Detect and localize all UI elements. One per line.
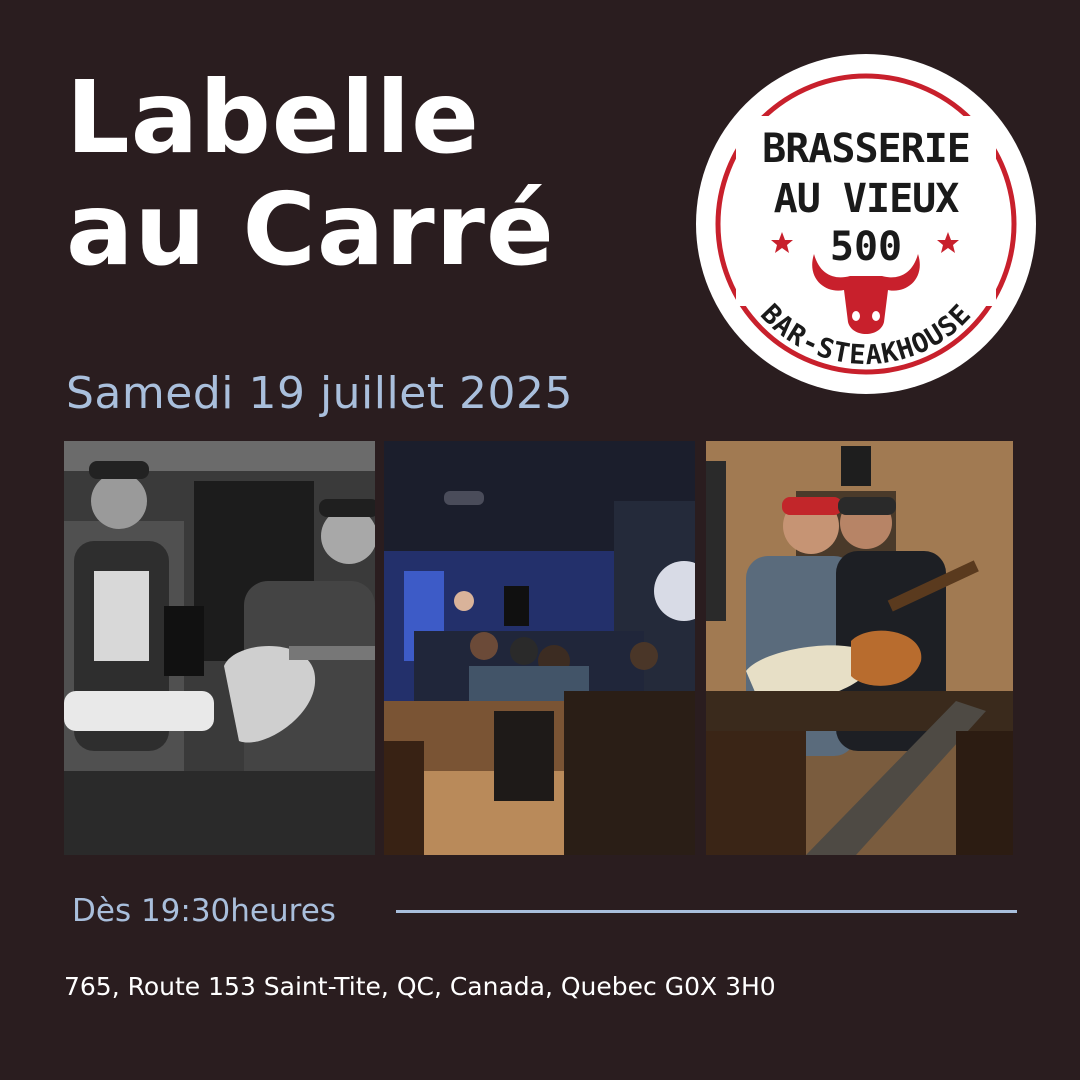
divider-line (396, 910, 1017, 913)
event-date: Samedi 19 juillet 2025 (66, 368, 574, 419)
title-line-1: Labelle (66, 59, 480, 176)
duo-photo-color (706, 441, 1013, 855)
logo-line-3: 500 (830, 224, 902, 270)
event-time: Dès 19:30heures (72, 893, 336, 929)
crowd-photo (384, 441, 695, 855)
venue-address: 765, Route 153 Saint-Tite, QC, Canada, Q… (64, 972, 776, 1001)
logo-line-2: AU VIEUX (774, 176, 960, 222)
band-photo-bw (64, 441, 375, 855)
title-line-2: au Carré (66, 171, 555, 288)
event-title: Labelle au Carré (66, 62, 555, 286)
brasserie-logo: BRASSERIE AU VIEUX 500 BAR-STEAKHOUSE (696, 54, 1036, 394)
logo-line-1: BRASSERIE (762, 126, 970, 172)
